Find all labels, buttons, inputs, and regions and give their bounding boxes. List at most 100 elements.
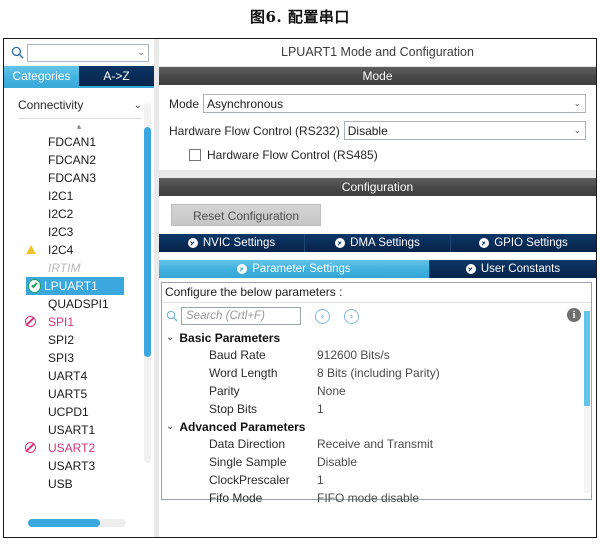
list-item-label: UCPD1 (48, 405, 89, 419)
scrollbar-thumb[interactable] (144, 127, 151, 357)
table-row[interactable]: Word Length 8 Bits (including Parity) (162, 364, 591, 382)
forbidden-icon (24, 315, 37, 328)
list-item-uart5[interactable]: UART5 (4, 385, 154, 403)
param-value[interactable]: 8 Bits (including Parity) (317, 366, 440, 380)
search-next-button[interactable]: › (344, 308, 359, 324)
chevron-down-icon[interactable]: ⌄ (573, 125, 581, 136)
list-item-spi3[interactable]: SPI3 (4, 349, 154, 367)
param-value[interactable]: Receive and Transmit (317, 437, 433, 451)
list-item-usart1[interactable]: USART1 (4, 421, 154, 439)
tab-label: GPIO Settings (494, 237, 568, 249)
list-item-label: SPI2 (48, 333, 75, 347)
list-item-label: FDCAN1 (48, 135, 97, 149)
table-row[interactable]: Single Sample Disable (162, 453, 591, 471)
table-row[interactable]: Fifo Mode FIFO mode disable (162, 489, 591, 507)
vertical-scrollbar-right[interactable] (584, 311, 590, 493)
hw-flow-rs232-row: Hardware Flow Control (RS232) Disable ⌄ (169, 121, 586, 140)
peripheral-search-input[interactable]: ⌄ (27, 43, 149, 62)
list-item-ucpd1[interactable]: UCPD1 (4, 403, 154, 421)
list-item-label: I2C2 (48, 207, 74, 221)
tab-label: DMA Settings (350, 237, 420, 249)
chevron-down-icon[interactable]: ⌄ (166, 332, 174, 343)
list-item-fdcan1[interactable]: FDCAN1 (4, 133, 154, 151)
chevron-down-icon[interactable]: ⌄ (573, 98, 581, 109)
list-item-label: USART1 (48, 423, 96, 437)
mode-section-body: Mode Asynchronous ⌄ Hardware Flow Contro… (159, 85, 596, 170)
param-name: ClockPrescaler (209, 473, 290, 487)
param-name: Word Length (209, 366, 278, 380)
parameter-search-input[interactable]: Search (Crtl+F) (181, 307, 301, 325)
peripheral-search-row: ⌄ (4, 39, 154, 66)
peripheral-items: FDCAN1 FDCAN2 FDCAN3 I2C1 I2C2 I2C3 I2C4… (4, 133, 154, 493)
list-item-lpuart1[interactable]: LPUART1 (26, 277, 124, 295)
param-value[interactable]: 1 (317, 402, 324, 416)
category-tab-bar: Categories A->Z (4, 66, 154, 86)
table-row[interactable]: Baud Rate 912600 Bits/s (162, 346, 591, 364)
mode-value: Asynchronous (207, 96, 284, 111)
list-item-i2c1[interactable]: I2C1 (4, 187, 154, 205)
table-row[interactable]: Stop Bits 1 (162, 400, 591, 418)
list-item-label: FDCAN2 (48, 153, 97, 167)
settings-tab-row-2: Parameter Settings User Constants (159, 260, 596, 278)
tab-gpio-settings[interactable]: GPIO Settings (451, 234, 596, 252)
group-basic-parameters[interactable]: ⌄ Basic Parameters (162, 329, 591, 346)
list-item-usart2[interactable]: USART2 (4, 439, 154, 457)
tab-dma-settings[interactable]: DMA Settings (305, 234, 451, 252)
mode-section-header: Mode (159, 67, 596, 85)
scroll-up-arrow-icon[interactable]: ▴ (4, 121, 154, 132)
table-row[interactable]: Parity None (162, 382, 591, 400)
tab-label: Parameter Settings (252, 263, 351, 275)
hw-flow-rs485-checkbox[interactable] (189, 149, 201, 161)
list-item-label: LPUART1 (44, 279, 98, 293)
scrollbar-thumb[interactable] (28, 519, 100, 527)
configuration-section-body: Reset Configuration NVIC Settings DMA Se… (159, 196, 596, 505)
list-item-i2c4[interactable]: I2C4 (4, 241, 154, 259)
hw-flow-rs232-select[interactable]: Disable ⌄ (343, 121, 586, 140)
hw-flow-rs485-row[interactable]: Hardware Flow Control (RS485) (189, 148, 586, 162)
info-icon[interactable]: i (567, 308, 581, 322)
cubemx-window: ⌄ Categories A->Z Connectivity ⌄ ▴ FDCAN… (3, 38, 597, 538)
list-item-uart4[interactable]: UART4 (4, 367, 154, 385)
list-item-i2c3[interactable]: I2C3 (4, 223, 154, 241)
param-value[interactable]: FIFO mode disable (317, 491, 419, 505)
list-item-spi1[interactable]: SPI1 (4, 313, 154, 331)
list-item-label: QUADSPI1 (48, 297, 109, 311)
tab-categories[interactable]: Categories (4, 66, 79, 86)
mode-select[interactable]: Asynchronous ⌄ (203, 94, 586, 113)
list-item-usb[interactable]: USB (4, 475, 154, 493)
tab-parameter-settings[interactable]: Parameter Settings (159, 260, 430, 278)
scrollbar-thumb[interactable] (584, 311, 590, 406)
vertical-scrollbar-left[interactable] (144, 103, 151, 463)
list-item-label: USART3 (48, 459, 96, 473)
param-value[interactable]: None (317, 384, 346, 398)
tab-a-to-z[interactable]: A->Z (79, 66, 154, 86)
chevron-down-icon[interactable]: ⌄ (137, 48, 145, 57)
chevron-down-icon[interactable]: ⌄ (134, 100, 142, 111)
group-advanced-parameters[interactable]: ⌄ Advanced Parameters (162, 418, 591, 435)
reset-configuration-button[interactable]: Reset Configuration (171, 204, 321, 226)
configure-hint: Configure the below parameters : (162, 283, 591, 303)
list-item-fdcan3[interactable]: FDCAN3 (4, 169, 154, 187)
list-item-label: IRTIM (48, 261, 81, 275)
param-value[interactable]: 1 (317, 473, 324, 487)
tab-nvic-settings[interactable]: NVIC Settings (159, 234, 305, 252)
param-value[interactable]: 912600 Bits/s (317, 348, 390, 362)
horizontal-scrollbar[interactable] (28, 519, 126, 527)
tab-user-constants[interactable]: User Constants (429, 260, 596, 278)
table-row[interactable]: ClockPrescaler 1 (162, 471, 591, 489)
list-item-quadspi1[interactable]: QUADSPI1 (4, 295, 154, 313)
search-prev-button[interactable]: ‹ (315, 308, 330, 324)
table-row[interactable]: Data Direction Receive and Transmit (162, 435, 591, 453)
list-item-irtim[interactable]: IRTIM (4, 259, 154, 277)
list-item-fdcan2[interactable]: FDCAN2 (4, 151, 154, 169)
param-value[interactable]: Disable (317, 455, 357, 469)
list-item-label: SPI1 (48, 315, 75, 329)
group-connectivity[interactable]: Connectivity ⌄ (18, 98, 142, 119)
figure-caption: 图6. 配置串口 (250, 8, 350, 26)
list-item-spi2[interactable]: SPI2 (4, 331, 154, 349)
list-item-usart3[interactable]: USART3 (4, 457, 154, 475)
chevron-down-icon[interactable]: ⌄ (166, 421, 174, 432)
list-item-label: I2C1 (48, 189, 74, 203)
list-item-i2c2[interactable]: I2C2 (4, 205, 154, 223)
forbidden-icon (24, 441, 37, 454)
